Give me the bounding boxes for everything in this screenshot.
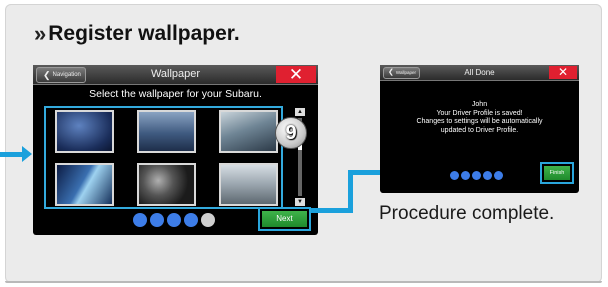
step-number-badge: 9 xyxy=(275,117,307,149)
wallpaper-thumbnail-5[interactable] xyxy=(137,163,196,206)
close-button[interactable]: ✕ xyxy=(276,66,316,83)
procedure-caption: Procedure complete. xyxy=(379,203,555,224)
page-dot-5 xyxy=(201,213,215,227)
entry-arrow-icon xyxy=(22,146,32,162)
wallpaper-thumbnail-1[interactable] xyxy=(55,110,114,153)
entry-arrow-line xyxy=(0,152,22,157)
panel-divider xyxy=(5,281,602,283)
message-line-3: Changes to settings will be automaticall… xyxy=(416,118,543,125)
wallpaper-thumbnail-2[interactable] xyxy=(137,110,196,153)
scroll-up-icon[interactable]: ▲ xyxy=(295,108,305,116)
page-dot-1 xyxy=(450,171,459,180)
wallpaper-screen: ❮ Navigation Wallpaper ✕ Select the wall… xyxy=(33,65,318,235)
all-done-titlebar: ❮ Wallpaper All Done ✕ xyxy=(380,65,579,81)
wallpaper-thumbnail-4[interactable] xyxy=(55,163,114,206)
finish-button-label: Finish xyxy=(544,166,570,180)
saved-message: John Your Driver Profile is saved! Chang… xyxy=(380,101,579,135)
page-dot-1 xyxy=(133,213,147,227)
wallpaper-titlebar: ❮ Navigation Wallpaper ✕ xyxy=(33,65,318,85)
next-button[interactable]: Next xyxy=(258,207,311,231)
page-dot-3 xyxy=(472,171,481,180)
page-indicator xyxy=(133,213,215,227)
page-dot-3 xyxy=(167,213,181,227)
all-done-screen: ❮ Wallpaper All Done ✕ John Your Driver … xyxy=(380,65,579,193)
page-dot-4 xyxy=(184,213,198,227)
instruction-text: Select the wallpaper for your Subaru. xyxy=(89,88,262,100)
page-dot-2 xyxy=(150,213,164,227)
page-indicator xyxy=(450,171,503,180)
message-line-1: John xyxy=(471,101,488,108)
message-line-4: updated to Driver Profile. xyxy=(440,126,519,134)
wallpaper-thumbnail-3[interactable] xyxy=(219,110,278,153)
scroll-down-icon[interactable]: ▼ xyxy=(295,198,305,206)
step-heading: » Register wallpaper. xyxy=(34,21,240,47)
page-dot-4 xyxy=(483,171,492,180)
double-chevron-icon: » xyxy=(34,21,47,46)
page-dot-5 xyxy=(494,171,503,180)
connector-line-vertical xyxy=(348,170,353,213)
next-button-label: Next xyxy=(262,211,307,227)
close-button[interactable]: ✕ xyxy=(549,66,577,79)
connector-line-horizontal-1 xyxy=(311,208,352,213)
message-line-2: Your Driver Profile is saved! xyxy=(436,109,523,117)
wallpaper-thumbnail-6[interactable] xyxy=(219,163,278,206)
finish-button[interactable]: Finish xyxy=(540,162,574,184)
page-dot-2 xyxy=(461,171,470,180)
step-heading-text: Register wallpaper. xyxy=(48,22,240,45)
